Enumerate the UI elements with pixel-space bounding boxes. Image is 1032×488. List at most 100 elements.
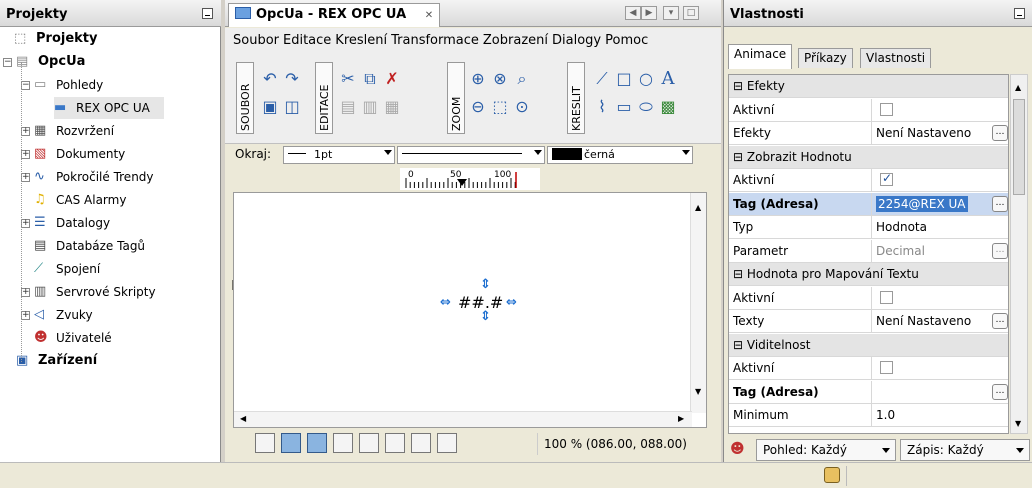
line-tool-icon[interactable]: ⟋ xyxy=(593,70,611,88)
angle-icon[interactable] xyxy=(385,433,405,453)
rectangle-tool-icon[interactable]: □ xyxy=(615,70,633,88)
scroll-down-icon[interactable]: ▼ xyxy=(1015,419,1021,428)
grid-snap-icon[interactable] xyxy=(281,433,301,453)
property-category[interactable]: ⊟ Efekty xyxy=(729,75,1008,98)
line-style-select[interactable] xyxy=(397,146,545,164)
resize-left-handle-icon[interactable]: ⇔ xyxy=(440,295,451,310)
cut-icon[interactable]: ✂ xyxy=(339,70,357,88)
scroll-up-icon[interactable]: ▲ xyxy=(1015,83,1021,92)
property-value-cell[interactable] xyxy=(871,286,1008,309)
property-row[interactable]: Parametr Decimal… xyxy=(729,239,1008,263)
property-row[interactable]: Tag (Adresa)… xyxy=(729,380,1008,404)
scroll-down-icon[interactable]: ▼ xyxy=(695,387,701,396)
close-icon[interactable]: ✕ xyxy=(425,10,433,21)
property-value-cell[interactable] xyxy=(871,169,1008,191)
oval-tool-icon[interactable]: ⬭ xyxy=(637,98,655,116)
collapse-icon[interactable]: − xyxy=(3,58,12,67)
value-display-object[interactable]: ##.# ⇔ ⇔ ⇕ ⇕ xyxy=(414,277,548,324)
diagonal-icon[interactable] xyxy=(411,433,431,453)
property-row[interactable]: Aktivní xyxy=(729,169,1008,192)
scroll-up-icon[interactable]: ▲ xyxy=(695,203,701,212)
ellipsis-button[interactable]: … xyxy=(992,195,1008,212)
minimize-icon[interactable] xyxy=(1014,8,1025,19)
zoom-region-icon[interactable]: ⌕ xyxy=(513,70,531,88)
rounded-rect-tool-icon[interactable]: ▭ xyxy=(615,98,633,116)
zoom-in-icon[interactable]: ⊕ xyxy=(469,70,487,88)
ruler-position-marker-icon[interactable] xyxy=(457,179,467,186)
paste-icon[interactable]: ▤ xyxy=(339,98,357,116)
ellipsis-button[interactable]: … xyxy=(992,313,1008,329)
scroll-left-icon[interactable]: ◀ xyxy=(240,414,246,423)
line-width-select[interactable]: 1pt xyxy=(283,146,395,164)
copy-icon[interactable]: ⧉ xyxy=(361,70,379,88)
canvas-vertical-scrollbar[interactable]: ▲ ▼ xyxy=(690,193,706,413)
border-icon[interactable] xyxy=(359,433,379,453)
zoom-select-icon[interactable]: ⬚ xyxy=(491,98,509,116)
aktivni-checkbox[interactable] xyxy=(880,102,893,116)
maximize-icon[interactable]: □ xyxy=(683,6,699,20)
undo-icon[interactable]: ↶ xyxy=(261,70,279,88)
resize-right-handle-icon[interactable]: ⇔ xyxy=(506,295,517,310)
view-filter-select[interactable]: Pohled: Každý xyxy=(756,439,896,461)
collapse-icon[interactable]: − xyxy=(21,81,30,90)
editor-tab[interactable]: OpcUa - REX OPC UA ✕ xyxy=(228,3,441,27)
paste-special-icon[interactable]: ▥ xyxy=(361,98,379,116)
property-row[interactable]: Minimum 1.0 xyxy=(729,404,1008,427)
expand-icon[interactable]: + xyxy=(21,311,30,320)
ellipsis-button[interactable]: … xyxy=(992,125,1008,141)
property-row[interactable]: Texty Není Nastaveno… xyxy=(729,310,1008,333)
aktivni-checkbox[interactable] xyxy=(880,171,893,186)
tab-animace[interactable]: Animace xyxy=(728,44,793,69)
select-mode-icon[interactable] xyxy=(255,433,275,453)
clipboard-icon[interactable]: ▦ xyxy=(383,98,401,116)
aktivni-checkbox[interactable] xyxy=(880,361,893,374)
property-row[interactable]: Typ Hodnota xyxy=(729,216,1008,239)
property-value-cell[interactable]: … xyxy=(871,380,1008,403)
dropdown-icon[interactable]: ▾ xyxy=(663,6,679,20)
property-row[interactable]: Aktivní xyxy=(729,98,1008,122)
property-value-cell[interactable]: Hodnota xyxy=(871,216,1008,238)
text-tool-icon[interactable]: A xyxy=(659,70,677,88)
tab-left-icon[interactable]: ◀ xyxy=(625,6,641,20)
property-grid-scrollbar[interactable]: ▲ ▼ xyxy=(1010,74,1028,434)
property-category[interactable]: ⊟ Hodnota pro Mapování Textu xyxy=(729,263,1008,286)
ellipsis-button[interactable]: … xyxy=(992,242,1008,259)
property-value-cell[interactable]: Decimal… xyxy=(871,239,1008,262)
menu-item[interactable]: Editace xyxy=(283,33,331,48)
expand-icon[interactable]: + xyxy=(21,150,30,159)
image-tool-icon[interactable]: ▩ xyxy=(659,98,677,116)
polyline-tool-icon[interactable]: ⌇ xyxy=(593,98,611,116)
resize-bottom-handle-icon[interactable]: ⇕ xyxy=(480,309,491,324)
scroll-thumb[interactable] xyxy=(1013,99,1025,195)
snap-objects-icon[interactable] xyxy=(307,433,327,453)
property-row[interactable]: Efekty Není Nastaveno… xyxy=(729,122,1008,145)
write-filter-select[interactable]: Zápis: Každý xyxy=(900,439,1030,461)
menu-item[interactable]: Soubor xyxy=(233,33,279,48)
property-row[interactable]: Aktivní xyxy=(729,357,1008,380)
property-value-cell[interactable]: Není Nastaveno… xyxy=(871,310,1008,332)
property-value-cell[interactable]: 2254@REX UA… xyxy=(871,192,1008,215)
tree-item[interactable]: ▬ REX OPC UA xyxy=(54,97,164,119)
save-all-icon[interactable]: ◫ xyxy=(283,98,301,116)
zoom-out-icon[interactable]: ⊖ xyxy=(469,98,487,116)
horizontal-ruler[interactable]: 0 50 100 xyxy=(400,168,540,190)
ellipse-tool-icon[interactable]: ○ xyxy=(637,70,655,88)
redo-icon[interactable]: ↷ xyxy=(283,70,301,88)
color-select[interactable]: černá xyxy=(547,146,693,164)
expand-icon[interactable]: + xyxy=(21,219,30,228)
expand-icon[interactable]: + xyxy=(21,173,30,182)
tab-right-icon[interactable]: ▶ xyxy=(641,6,657,20)
tab-prikazy[interactable]: Příkazy xyxy=(798,48,853,68)
zoom-reset-icon[interactable]: ⊙ xyxy=(513,98,531,116)
property-value-cell[interactable] xyxy=(871,357,1008,379)
property-value-cell[interactable]: 1.0 xyxy=(871,404,1008,426)
property-value-cell[interactable] xyxy=(871,98,1008,121)
canvas-horizontal-scrollbar[interactable]: ◀ ▶ xyxy=(234,411,692,427)
property-category[interactable]: ⊟ Zobrazit Hodnotu xyxy=(729,145,1008,169)
tab-vlastnosti[interactable]: Vlastnosti xyxy=(860,48,932,68)
minimize-icon[interactable] xyxy=(202,8,213,19)
aktivni-checkbox[interactable] xyxy=(880,290,893,304)
menu-item[interactable]: Kreslení xyxy=(335,33,387,48)
scroll-right-icon[interactable]: ▶ xyxy=(678,414,684,423)
property-row[interactable]: Aktivní xyxy=(729,286,1008,310)
